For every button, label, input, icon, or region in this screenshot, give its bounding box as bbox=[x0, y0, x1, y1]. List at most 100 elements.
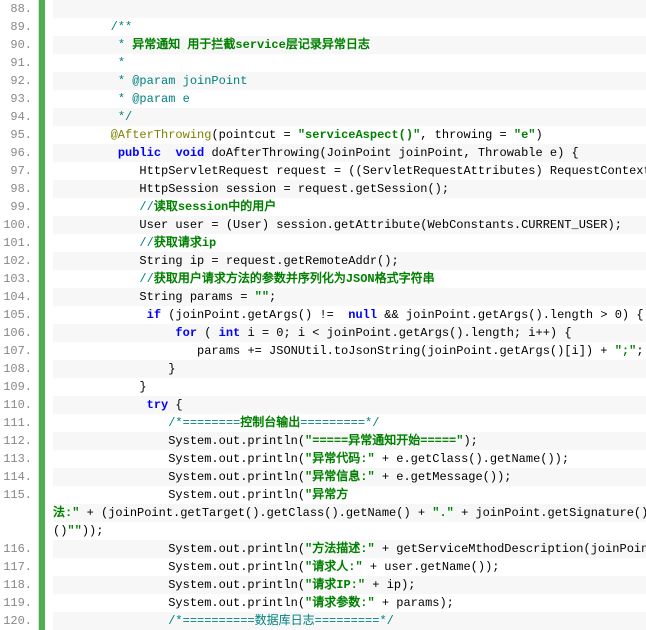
token: + e.getMessage()); bbox=[375, 470, 512, 484]
token: + joinPoint.getSignature().getN bbox=[454, 506, 646, 520]
token-str: "=====异常通知开始=====" bbox=[305, 434, 463, 448]
token-cmt: * bbox=[118, 56, 125, 70]
token-str: "异常方 bbox=[305, 488, 348, 502]
line-number: 112. bbox=[0, 432, 32, 450]
line-number: 89. bbox=[0, 18, 32, 36]
token: + getServiceMthodDescription(joinPoint))… bbox=[375, 542, 646, 556]
code-line: //获取请求ip bbox=[53, 234, 646, 252]
token-str: 法:" bbox=[53, 506, 79, 520]
token-str: "请求人:" bbox=[305, 560, 363, 574]
code-editor: 88.89.90.91.92.93.94.95.96.97.98.99.100.… bbox=[0, 0, 646, 630]
code-line: String params = ""; bbox=[53, 288, 646, 306]
token: ; bbox=[636, 344, 643, 358]
line-number: 101. bbox=[0, 234, 32, 252]
token: HttpServletRequest request = ((ServletRe… bbox=[139, 164, 646, 178]
token: + params); bbox=[375, 596, 454, 610]
code-line: System.out.println("异常信息:" + e.getMessag… bbox=[53, 468, 646, 486]
token: ( bbox=[197, 326, 219, 340]
token: } bbox=[139, 380, 146, 394]
token-cmt: * @param e bbox=[118, 92, 190, 106]
token-str: "serviceAspect()" bbox=[298, 128, 420, 142]
line-number: 108. bbox=[0, 360, 32, 378]
code-line: * @param e bbox=[53, 90, 646, 108]
code-line: User user = (User) session.getAttribute(… bbox=[53, 216, 646, 234]
token-kw: if bbox=[147, 308, 161, 322]
token-str: "." bbox=[432, 506, 454, 520]
token-cmt: // bbox=[139, 236, 153, 250]
code-line: System.out.println("请求IP:" + ip); bbox=[53, 576, 646, 594]
token-str: "异常信息:" bbox=[305, 470, 375, 484]
code-line: try { bbox=[53, 396, 646, 414]
line-number: 115. bbox=[0, 486, 32, 540]
line-number: 118. bbox=[0, 576, 32, 594]
line-number: 106. bbox=[0, 324, 32, 342]
code-line: System.out.println("方法描述:" + getServiceM… bbox=[53, 540, 646, 558]
token-kw: for bbox=[175, 326, 197, 340]
token-cmt: /*======== bbox=[168, 416, 240, 430]
line-number: 114. bbox=[0, 468, 32, 486]
line-number: 94. bbox=[0, 108, 32, 126]
code-line: for ( int i = 0; i < joinPoint.getArgs()… bbox=[53, 324, 646, 342]
token: , throwing = bbox=[420, 128, 514, 142]
token: String params = bbox=[139, 290, 254, 304]
token-str: "" bbox=[255, 290, 269, 304]
token: System.out.println( bbox=[168, 542, 305, 556]
line-number: 92. bbox=[0, 72, 32, 90]
token-cmt: // bbox=[139, 200, 153, 214]
token: )); bbox=[82, 524, 104, 538]
token: System.out.println( bbox=[168, 560, 305, 574]
token: System.out.println( bbox=[168, 434, 305, 448]
token-ann: @AfterThrowing bbox=[111, 128, 212, 142]
token-kw: try bbox=[147, 398, 169, 412]
token: + e.getClass().getName()); bbox=[375, 452, 569, 466]
token: params += JSONUtil.toJsonString(joinPoin… bbox=[197, 344, 615, 358]
token-kw: public bbox=[118, 146, 161, 160]
code-line: params += JSONUtil.toJsonString(joinPoin… bbox=[53, 342, 646, 360]
line-number: 88. bbox=[0, 0, 32, 18]
token-cmt: * @param joinPoint bbox=[118, 74, 248, 88]
token-cmt-cn: 获取用户请求方法的参数并序列化为JSON格式字符串 bbox=[154, 272, 435, 286]
token: ) { bbox=[622, 308, 644, 322]
code-line: public void doAfterThrowing(JoinPoint jo… bbox=[53, 144, 646, 162]
code-line: * @param joinPoint bbox=[53, 72, 646, 90]
line-number: 99. bbox=[0, 198, 32, 216]
token-str: ";" bbox=[615, 344, 637, 358]
token-cmt: */ bbox=[118, 110, 132, 124]
token: System.out.println( bbox=[168, 452, 305, 466]
line-number: 98. bbox=[0, 180, 32, 198]
line-number: 117. bbox=[0, 558, 32, 576]
token-cmt: // bbox=[139, 272, 153, 286]
token-cmt: /*==========数据库日志=========*/ bbox=[168, 614, 394, 628]
code-line: /*==========数据库日志=========*/ bbox=[53, 612, 646, 630]
token-str: "方法描述:" bbox=[305, 542, 375, 556]
code-line: System.out.println("异常代码:" + e.getClass(… bbox=[53, 450, 646, 468]
code-line: /*========控制台输出=========*/ bbox=[53, 414, 646, 432]
line-number: 119. bbox=[0, 594, 32, 612]
token: System.out.println( bbox=[168, 578, 305, 592]
line-number: 105. bbox=[0, 306, 32, 324]
token-str: "e" bbox=[514, 128, 536, 142]
token-cmt: =========*/ bbox=[300, 416, 379, 430]
token-str: "请求IP:" bbox=[305, 578, 365, 592]
token: ; i < joinPoint.getArgs().length; i++) { bbox=[283, 326, 571, 340]
token: String ip = request.getRemoteAddr(); bbox=[139, 254, 398, 268]
token-str: "异常代码:" bbox=[305, 452, 375, 466]
line-number: 103. bbox=[0, 270, 32, 288]
token-str: "" bbox=[67, 524, 81, 538]
token: + user.getName()); bbox=[363, 560, 500, 574]
token: HttpSession session = request.getSession… bbox=[139, 182, 449, 196]
token-kw: void bbox=[175, 146, 204, 160]
line-number: 97. bbox=[0, 162, 32, 180]
token: User user = (User) session.getAttribute(… bbox=[139, 218, 621, 232]
code-line-wrap: 法:" + (joinPoint.getTarget().getClass().… bbox=[53, 504, 646, 522]
token: System.out.println( bbox=[168, 470, 305, 484]
code-line: String ip = request.getRemoteAddr(); bbox=[53, 252, 646, 270]
token-cmt-cn: 获取请求ip bbox=[154, 236, 216, 250]
token: System.out.println( bbox=[168, 596, 305, 610]
token: ) bbox=[536, 128, 543, 142]
code-line: System.out.println("=====异常通知开始====="); bbox=[53, 432, 646, 450]
code-line: HttpServletRequest request = ((ServletRe… bbox=[53, 162, 646, 180]
token-cmt: * bbox=[118, 38, 132, 52]
line-number: 100. bbox=[0, 216, 32, 234]
token: doAfterThrowing(JoinPoint joinPoint, Thr… bbox=[204, 146, 578, 160]
